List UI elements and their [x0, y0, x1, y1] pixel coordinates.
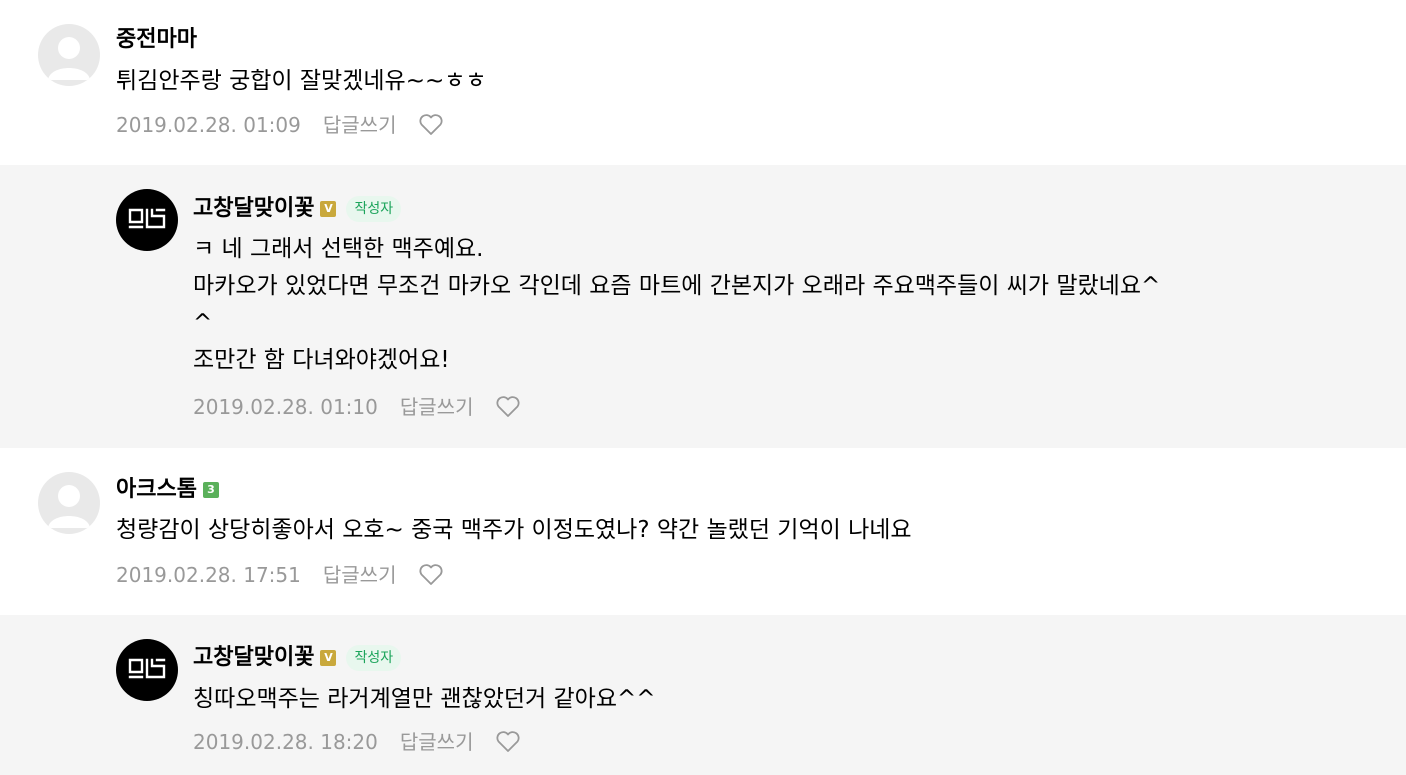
author-name[interactable]: 고창달맞이꽃: [193, 196, 314, 222]
author-name[interactable]: 아크스톰: [116, 477, 197, 503]
comment-date: 2019.02.28. 17:51: [116, 563, 301, 587]
comment-text-line: 칭따오맥주는 라거계열만 괜찮았던거 같아요^^: [193, 686, 656, 712]
comment-text-line: 청량감이 상당히좋아서 오호~ 중국 맥주가 이정도였나? 약간 놀랬던 기억이…: [116, 517, 912, 543]
comment-text: 튀김안주랑 궁합이 잘맞겠네유~~ㅎㅎ: [116, 63, 487, 100]
verified-badge: V: [320, 201, 337, 217]
default-profile-icon[interactable]: [38, 472, 100, 534]
heart-outline-icon[interactable]: [418, 113, 444, 137]
default-profile-icon[interactable]: [38, 24, 100, 86]
reply-button[interactable]: 답글쓰기: [323, 563, 397, 587]
heart-outline-icon[interactable]: [495, 395, 521, 419]
reply-button[interactable]: 답글쓰기: [323, 113, 397, 137]
comment-text-line: 조만간 함 다녀와야겠어요!: [193, 347, 450, 373]
comment-meta: 2019.02.28. 01:10 답글쓰기: [193, 395, 521, 419]
brand-logo-icon[interactable]: [116, 189, 178, 251]
reply-button[interactable]: 답글쓰기: [400, 730, 474, 754]
comment-author[interactable]: 아크스톰 3: [116, 477, 219, 503]
comment-item: 중전마마 튀김안주랑 궁합이 잘맞겠네유~~ㅎㅎ 2019.02.28. 01:…: [0, 0, 1406, 165]
comment-date: 2019.02.28. 01:10: [193, 395, 378, 419]
comment-meta: 2019.02.28. 18:20 답글쓰기: [193, 730, 521, 754]
comment-text: 청량감이 상당히좋아서 오호~ 중국 맥주가 이정도였나? 약간 놀랬던 기억이…: [116, 512, 912, 549]
level-badge: 3: [202, 482, 219, 498]
reply-button[interactable]: 답글쓰기: [400, 395, 474, 419]
comment-text: 칭따오맥주는 라거계열만 괜찮았던거 같아요^^: [193, 681, 656, 718]
comment-text-line: ㅋ 네 그래서 선택한 맥주예요.: [193, 236, 484, 262]
reply-comment-item: 고창달맞이꽃 V 작성자 ㅋ 네 그래서 선택한 맥주예요. 마카오가 있었다면…: [0, 165, 1406, 448]
comment-author[interactable]: 중전마마: [116, 27, 197, 53]
comment-meta: 2019.02.28. 01:09 답글쓰기: [116, 113, 444, 137]
comment-author[interactable]: 고창달맞이꽃 V 작성자: [193, 645, 402, 671]
reply-comment-item: 고창달맞이꽃 V 작성자 칭따오맥주는 라거계열만 괜찮았던거 같아요^^ 20…: [0, 615, 1406, 775]
heart-outline-icon[interactable]: [418, 563, 444, 587]
author-tag: 작성자: [346, 645, 402, 671]
comment-meta: 2019.02.28. 17:51 답글쓰기: [116, 563, 444, 587]
comment-text-line: ^: [193, 310, 213, 336]
comment-date: 2019.02.28. 01:09: [116, 113, 301, 137]
comment-text-line: 튀김안주랑 궁합이 잘맞겠네유~~ㅎㅎ: [116, 68, 487, 94]
comment-text-line: 마카오가 있었다면 무조건 마카오 각인데 요즘 마트에 간본지가 오래라 주요…: [193, 273, 1161, 299]
author-name[interactable]: 중전마마: [116, 27, 197, 53]
heart-outline-icon[interactable]: [495, 730, 521, 754]
comment-author[interactable]: 고창달맞이꽃 V 작성자: [193, 196, 402, 222]
author-tag: 작성자: [346, 196, 402, 222]
comment-date: 2019.02.28. 18:20: [193, 730, 378, 754]
verified-badge: V: [320, 650, 337, 666]
comment-item: 아크스톰 3 청량감이 상당히좋아서 오호~ 중국 맥주가 이정도였나? 약간 …: [0, 448, 1406, 615]
author-name[interactable]: 고창달맞이꽃: [193, 645, 314, 671]
comment-text: ㅋ 네 그래서 선택한 맥주예요. 마카오가 있었다면 무조건 마카오 각인데 …: [193, 231, 1160, 379]
brand-logo-icon[interactable]: [116, 639, 178, 701]
